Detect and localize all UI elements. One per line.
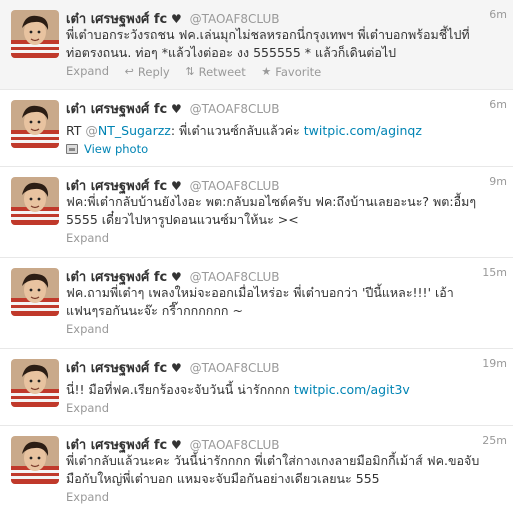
heart-icon: ♥ [171, 12, 182, 26]
tweet-fullname[interactable]: เต๋า เศรษฐพงศ์ fc [66, 179, 167, 194]
tweet-text: RT @NT_Sugarzz: พี่เต๋าแวนซ์กลับแล้วค่ะ … [66, 122, 507, 140]
tweet-time[interactable]: 6m [489, 98, 507, 111]
twitpic-link[interactable]: twitpic.com/agit3v [294, 382, 410, 397]
retweet-icon: ⇅ [185, 65, 195, 78]
tweet-actions: Expand [66, 322, 507, 338]
favorite-button[interactable]: ★ Favorite [261, 65, 321, 79]
expand-link[interactable]: Expand [66, 231, 109, 245]
tweet-actions: Expand [66, 401, 507, 417]
tweet-username[interactable]: @TAOAF8CLUB [190, 270, 280, 284]
avatar[interactable] [11, 177, 59, 225]
photo-icon [66, 144, 78, 154]
tweet-time[interactable]: 6m [489, 8, 507, 21]
tweet-text: ฟค.ถามพี่เต๋าๆ เพลงใหม่จะออกเมื่อไหร่อะ … [66, 284, 507, 320]
favorite-star-icon: ★ [261, 65, 272, 78]
tweet-username[interactable]: @TAOAF8CLUB [190, 438, 280, 452]
twitpic-link[interactable]: twitpic.com/aginqz [304, 123, 422, 138]
rt-label: RT [66, 123, 82, 138]
expand-link[interactable]: Expand [66, 401, 109, 415]
tweet-text-line: แฟนๆรอกันนะจ๊ะ กรี๊ากกกกกก ~ [66, 303, 243, 318]
tweet-text-line: ฟค:พี่เต๋ากลับบ้านยังไงอะ พต:กลับมอไซต์ค… [66, 194, 477, 209]
tweet-fullname[interactable]: เต๋า เศรษฐพงศ์ fc [66, 270, 167, 285]
heart-icon: ♥ [171, 179, 182, 193]
tweet[interactable]: เต๋า เศรษฐพงศ์ fc ♥ @TAOAF8CLUB 25m พี่เ… [0, 426, 513, 512]
tweet-text-line: ท่อตรงถนน. ท่อๆ *แล้วไงต่ออะ งง 555555 *… [66, 45, 397, 60]
tweet-time[interactable]: 19m [482, 357, 507, 370]
retweet-label: Retweet [198, 64, 246, 79]
tweet-text-body: : พี่เต๋าแวนซ์กลับแล้วค่ะ [170, 123, 300, 138]
tweet-username[interactable]: @TAOAF8CLUB [190, 179, 280, 193]
tweet-text-line: พี่เต๋าบอกระวังรถชน ฟค.เล่นมุกไม่ชลหรอกน… [66, 27, 470, 42]
tweet[interactable]: เต๋า เศรษฐพงศ์ fc ♥ @TAOAF8CLUB 19m นี่!… [0, 349, 513, 426]
tweet-fullname[interactable]: เต๋า เศรษฐพงศ์ fc [66, 438, 167, 453]
mention-at: @ [85, 123, 98, 138]
avatar[interactable] [11, 436, 59, 484]
tweet-fullname[interactable]: เต๋า เศรษฐพงศ์ fc [66, 102, 167, 117]
tweet-actions: Expand [66, 231, 507, 247]
tweet-text-line: พี่เต๋ากลับแล้วนะคะ วันนี้น่ารักกกก พี่เ… [66, 453, 480, 468]
expand-link[interactable]: Expand [66, 322, 109, 336]
tweet-time[interactable]: 9m [489, 175, 507, 188]
reply-label: Reply [137, 64, 170, 79]
tweet-time[interactable]: 15m [482, 266, 507, 279]
tweet-actions: Expand ↩ Reply ⇅ Retweet ★ Favorite [66, 64, 507, 80]
tweet-text-line: ฟค.ถามพี่เต๋าๆ เพลงใหม่จะออกเมื่อไหร่อะ … [66, 285, 454, 300]
avatar[interactable] [11, 100, 59, 148]
view-photo-link[interactable]: View photo [66, 142, 148, 156]
tweet[interactable]: เต๋า เศรษฐพงศ์ fc ♥ @TAOAF8CLUB 6m RT @N… [0, 90, 513, 167]
heart-icon: ♥ [171, 361, 182, 375]
tweet-text: พี่เต๋ากลับแล้วนะคะ วันนี้น่ารักกกก พี่เ… [66, 452, 507, 488]
heart-icon: ♥ [171, 270, 182, 284]
tweet-text: พี่เต๋าบอกระวังรถชน ฟค.เล่นมุกไม่ชลหรอกน… [66, 26, 507, 62]
tweet-text-line: 5555 เดี๋ยวไปหารูปดอนแวนซ์มาให้นะ >< [66, 212, 299, 227]
tweet-actions: View photo [66, 142, 507, 158]
tweet-fullname[interactable]: เต๋า เศรษฐพงศ์ fc [66, 12, 167, 27]
tweet-username[interactable]: @TAOAF8CLUB [190, 361, 280, 375]
timeline: เต๋า เศรษฐพงศ์ fc ♥ @TAOAF8CLUB 6m พี่เต… [0, 0, 513, 512]
heart-icon: ♥ [171, 438, 182, 452]
mention-link[interactable]: @NT_Sugarzz [85, 123, 170, 138]
tweet-text: ฟค:พี่เต๋ากลับบ้านยังไงอะ พต:กลับมอไซต์ค… [66, 193, 507, 229]
avatar[interactable] [11, 359, 59, 407]
reply-icon: ↩ [124, 65, 134, 78]
tweet[interactable]: เต๋า เศรษฐพงศ์ fc ♥ @TAOAF8CLUB 9m ฟค:พี… [0, 167, 513, 258]
retweet-button[interactable]: ⇅ Retweet [185, 65, 245, 79]
tweet[interactable]: เต๋า เศรษฐพงศ์ fc ♥ @TAOAF8CLUB 6m พี่เต… [0, 0, 513, 90]
avatar[interactable] [11, 10, 59, 58]
tweet-username[interactable]: @TAOAF8CLUB [190, 12, 280, 26]
expand-link[interactable]: Expand [66, 64, 109, 78]
tweet-text-line: มือกับใหญ่พี่เต๋าบอก แหมจะจับมือกันอย่าง… [66, 471, 380, 486]
mention-name: NT_Sugarzz [97, 123, 171, 138]
reply-button[interactable]: ↩ Reply [125, 65, 170, 79]
heart-icon: ♥ [171, 102, 182, 116]
tweet-username[interactable]: @TAOAF8CLUB [190, 102, 280, 116]
avatar[interactable] [11, 268, 59, 316]
tweet-text-body: นี่!! มือที่ฟค.เรียกร้องจะจับวันนี้ น่าร… [66, 382, 290, 397]
view-photo-label: View photo [84, 142, 149, 156]
tweet-time[interactable]: 25m [482, 434, 507, 447]
tweet[interactable]: เต๋า เศรษฐพงศ์ fc ♥ @TAOAF8CLUB 15m ฟค.ถ… [0, 258, 513, 349]
favorite-label: Favorite [275, 64, 322, 79]
tweet-actions: Expand [66, 490, 507, 506]
expand-link[interactable]: Expand [66, 490, 109, 504]
tweet-text: นี่!! มือที่ฟค.เรียกร้องจะจับวันนี้ น่าร… [66, 381, 507, 399]
tweet-fullname[interactable]: เต๋า เศรษฐพงศ์ fc [66, 361, 167, 376]
